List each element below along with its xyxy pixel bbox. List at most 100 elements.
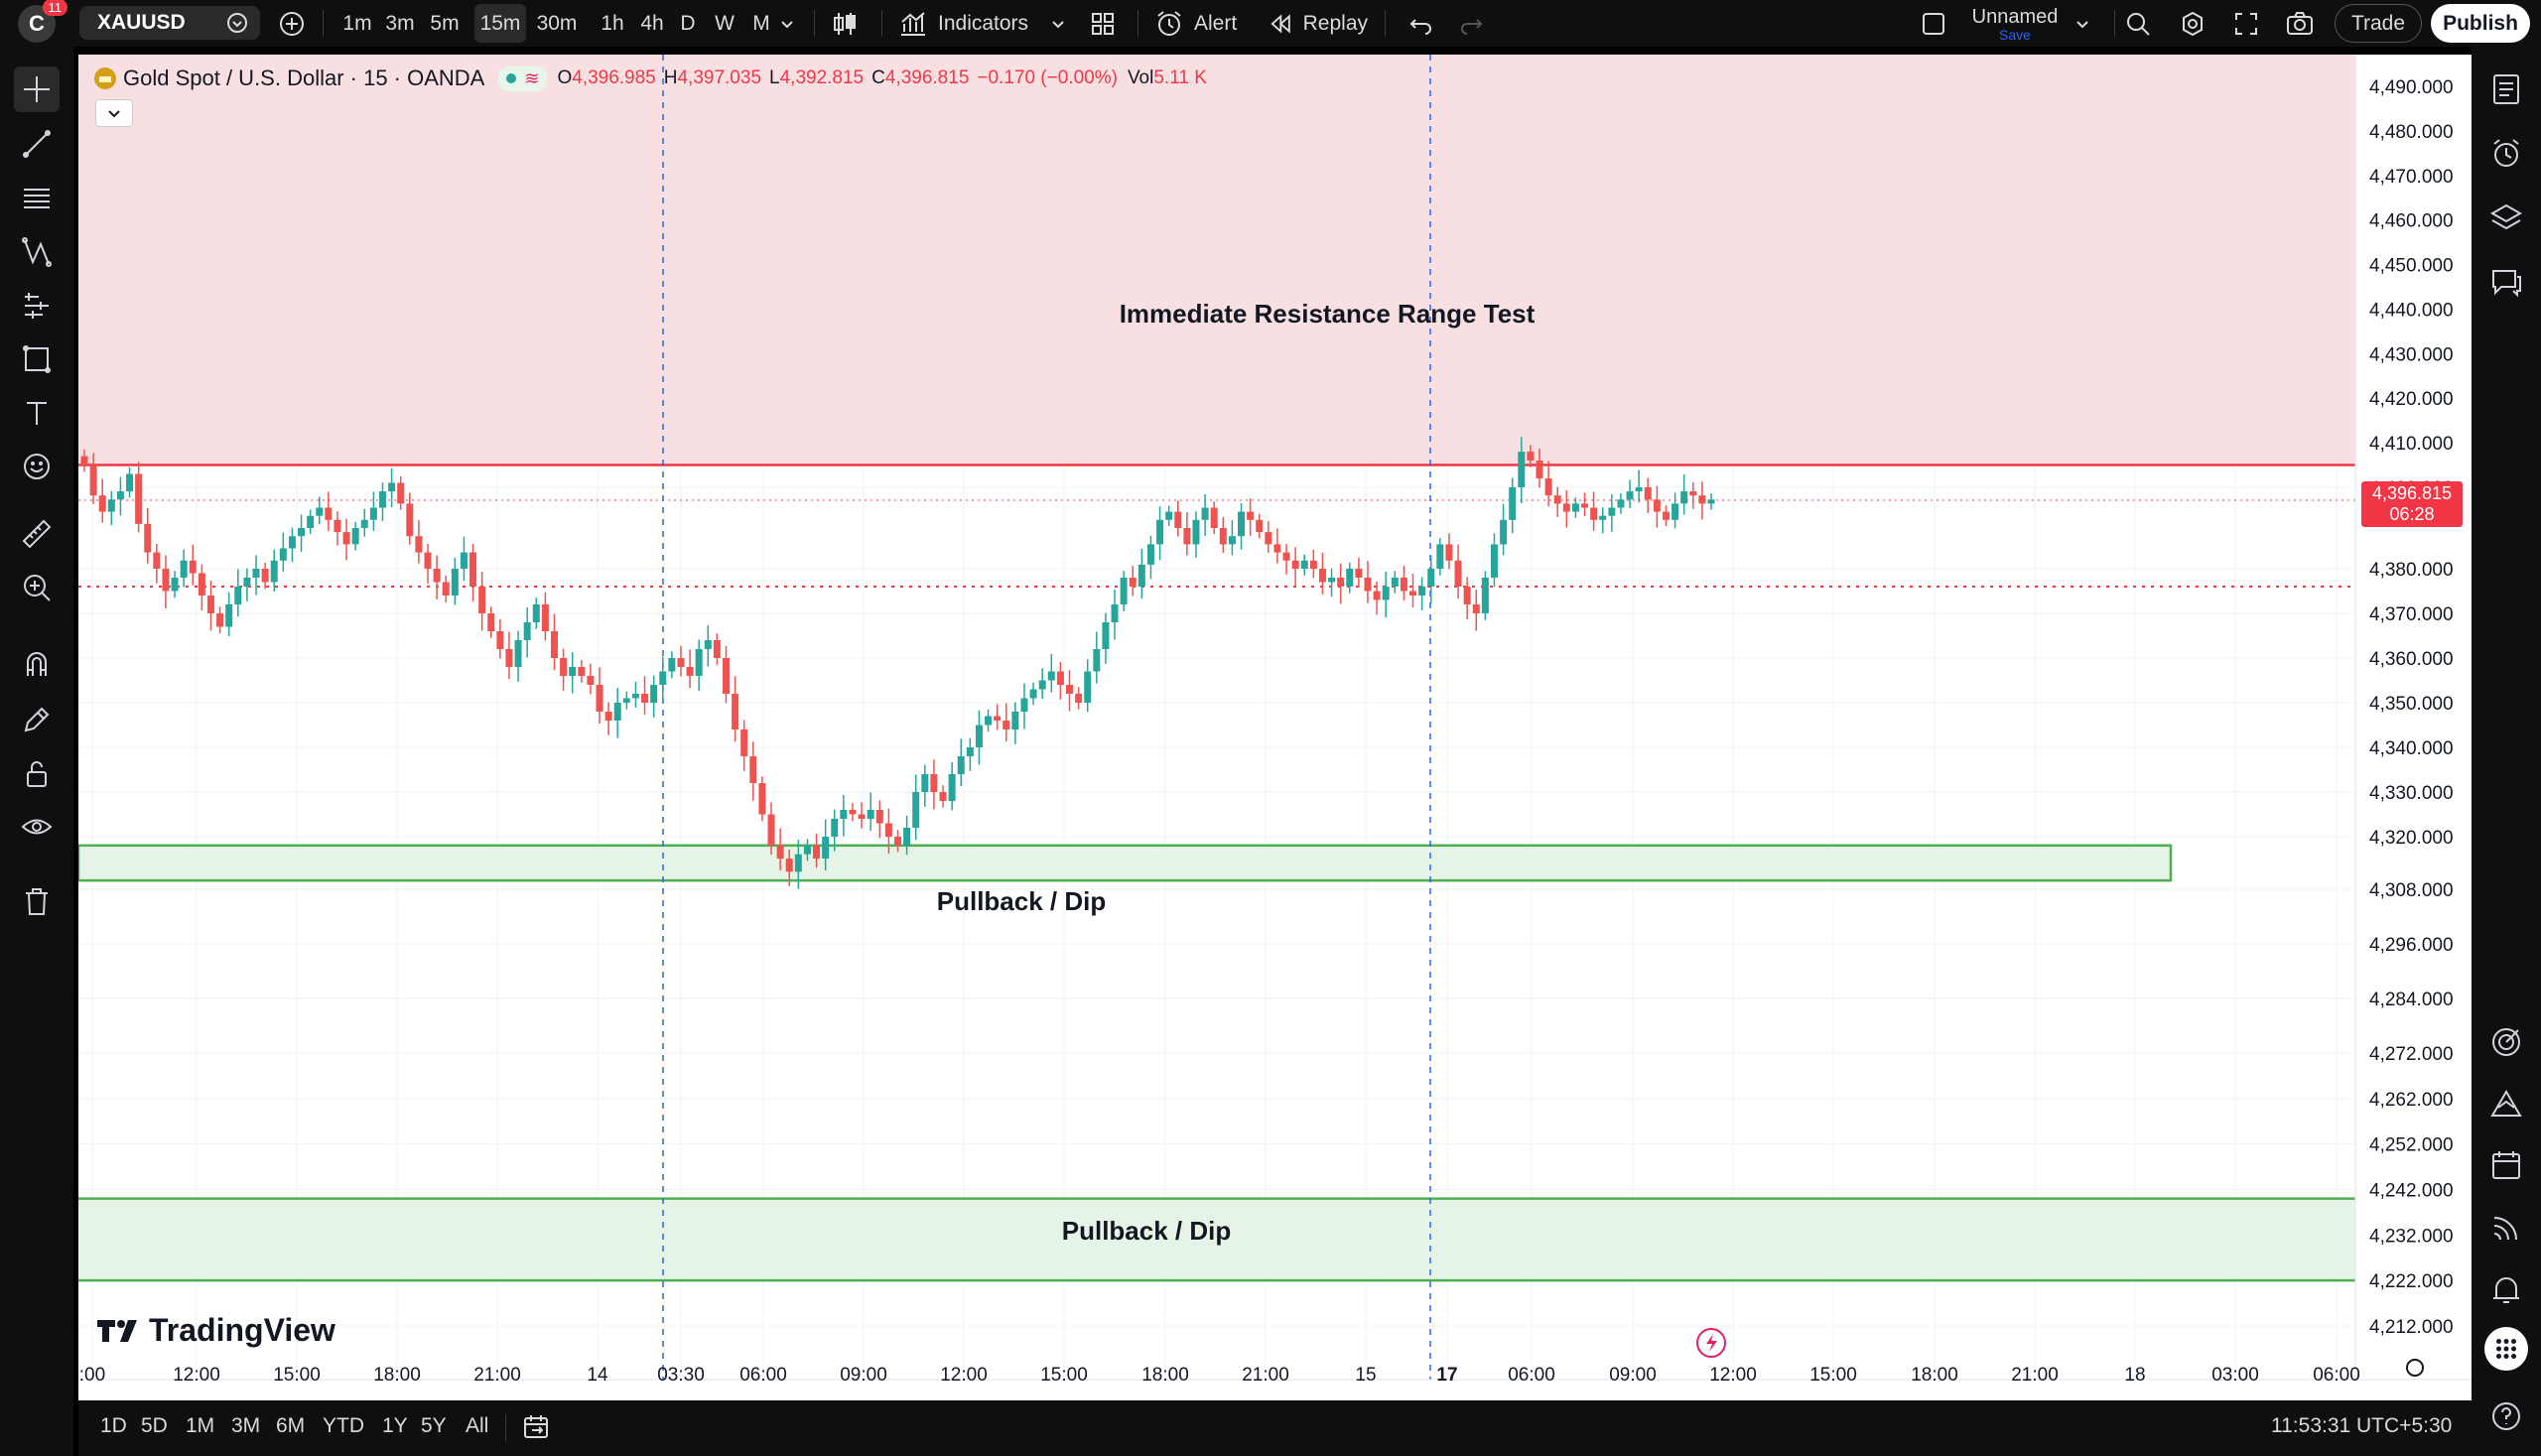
tradingview-menu-button[interactable]: C 11: [18, 0, 67, 47]
clock-timezone[interactable]: 11:53:31 UTC+5:30: [2271, 1414, 2452, 1438]
timeframe-1m[interactable]: 1m: [339, 0, 375, 47]
range-1d[interactable]: 1D: [100, 1414, 127, 1438]
crosshair-tool[interactable]: [14, 66, 60, 112]
candle-body[interactable]: [1056, 671, 1064, 686]
candle-body[interactable]: [758, 783, 766, 815]
candle-body[interactable]: [1608, 507, 1616, 516]
candle-body[interactable]: [342, 532, 350, 545]
candle-body[interactable]: [569, 667, 577, 676]
candle-body[interactable]: [794, 854, 802, 872]
candle-body[interactable]: [514, 640, 522, 667]
candle-body[interactable]: [686, 667, 694, 676]
candle-body[interactable]: [1364, 578, 1372, 592]
candle-body[interactable]: [1084, 671, 1092, 704]
candle-body[interactable]: [1029, 689, 1037, 699]
candle-body[interactable]: [1571, 503, 1579, 512]
candle-body[interactable]: [153, 552, 161, 569]
undo-button[interactable]: [1407, 0, 1437, 47]
candle-body[interactable]: [1382, 587, 1390, 600]
candle-body[interactable]: [813, 845, 821, 860]
candle-body[interactable]: [1635, 487, 1643, 492]
candle-body[interactable]: [1409, 591, 1417, 596]
candle-body[interactable]: [578, 667, 586, 676]
fullscreen-button[interactable]: [2233, 0, 2263, 47]
candle-body[interactable]: [1346, 569, 1354, 587]
object-tree-button[interactable]: [2481, 194, 2531, 243]
candle-body[interactable]: [985, 716, 993, 726]
candle-body[interactable]: [351, 528, 359, 545]
zoom-tool[interactable]: [14, 565, 60, 610]
candle-body[interactable]: [1490, 544, 1498, 578]
candle-body[interactable]: [1626, 491, 1634, 500]
candle-body[interactable]: [1553, 495, 1561, 504]
candle-body[interactable]: [1373, 591, 1381, 600]
candle-body[interactable]: [713, 640, 721, 658]
candle-body[interactable]: [442, 582, 450, 596]
candle-body[interactable]: [424, 552, 432, 569]
candle-body[interactable]: [144, 523, 152, 553]
candle-body[interactable]: [98, 495, 106, 512]
candle-body[interactable]: [225, 604, 233, 627]
candle-body[interactable]: [1436, 544, 1444, 569]
candle-body[interactable]: [1672, 503, 1679, 520]
candle-body[interactable]: [298, 528, 306, 537]
candle-body[interactable]: [1183, 528, 1191, 545]
market-status-badge[interactable]: ≋: [498, 66, 548, 91]
pullback-annotation-2[interactable]: Pullback / Dip: [1062, 1216, 1232, 1246]
timeframe-30m[interactable]: 30m: [534, 0, 580, 47]
candle-body[interactable]: [1518, 452, 1526, 487]
draw-mode-tool[interactable]: [14, 697, 60, 742]
candle-body[interactable]: [451, 569, 459, 596]
candle-body[interactable]: [388, 482, 396, 492]
candle-body[interactable]: [198, 573, 205, 596]
candle-body[interactable]: [1111, 604, 1119, 622]
resistance-zone[interactable]: [78, 55, 2355, 465]
notifications-button[interactable]: [2481, 1265, 2531, 1315]
alert-button[interactable]: Alert: [1154, 0, 1244, 47]
candle-body[interactable]: [560, 658, 568, 676]
candle-body[interactable]: [587, 676, 595, 685]
candle-body[interactable]: [162, 569, 170, 592]
candle-body[interactable]: [189, 560, 197, 574]
candle-body[interactable]: [948, 774, 956, 801]
candle-body[interactable]: [369, 507, 377, 520]
candle-body[interactable]: [1129, 578, 1137, 587]
candle-body[interactable]: [1581, 503, 1589, 508]
timeframe-3m[interactable]: 3m: [382, 0, 418, 47]
candle-body[interactable]: [261, 569, 269, 583]
pattern-tool[interactable]: [14, 229, 60, 275]
candle-body[interactable]: [1481, 578, 1489, 613]
settings-button[interactable]: [2179, 0, 2208, 47]
candle-body[interactable]: [116, 491, 124, 500]
candle-body[interactable]: [80, 456, 88, 465]
candle-body[interactable]: [994, 716, 1002, 722]
candle-body[interactable]: [1238, 511, 1246, 537]
news-button[interactable]: [2481, 1203, 2531, 1253]
candle-body[interactable]: [957, 756, 965, 774]
candle-body[interactable]: [840, 810, 848, 819]
timeframe-m[interactable]: M: [746, 0, 776, 47]
candle-body[interactable]: [604, 712, 612, 721]
snapshot-button[interactable]: [2285, 0, 2317, 47]
candle-body[interactable]: [478, 587, 486, 613]
candle-body[interactable]: [469, 552, 477, 587]
candle-body[interactable]: [1707, 499, 1715, 504]
candle-body[interactable]: [1590, 507, 1598, 520]
candle-body[interactable]: [822, 837, 830, 860]
candle-body[interactable]: [849, 810, 857, 815]
candle-body[interactable]: [1427, 569, 1435, 587]
goto-date-button[interactable]: [522, 1414, 550, 1446]
candle-body[interactable]: [1075, 694, 1083, 703]
watchlist-button[interactable]: [2481, 65, 2531, 114]
redo-button[interactable]: [1459, 0, 1489, 47]
candle-body[interactable]: [1066, 685, 1074, 694]
candle-body[interactable]: [1662, 511, 1670, 520]
screener-button[interactable]: [2481, 1079, 2531, 1128]
products-button[interactable]: [2484, 1327, 2528, 1371]
candle-body[interactable]: [1003, 721, 1010, 729]
candle-body[interactable]: [1192, 519, 1200, 545]
timeframe-4h[interactable]: 4h: [637, 0, 667, 47]
candle-body[interactable]: [803, 845, 811, 855]
candle-body[interactable]: [875, 810, 883, 824]
candle-body[interactable]: [1228, 536, 1236, 545]
